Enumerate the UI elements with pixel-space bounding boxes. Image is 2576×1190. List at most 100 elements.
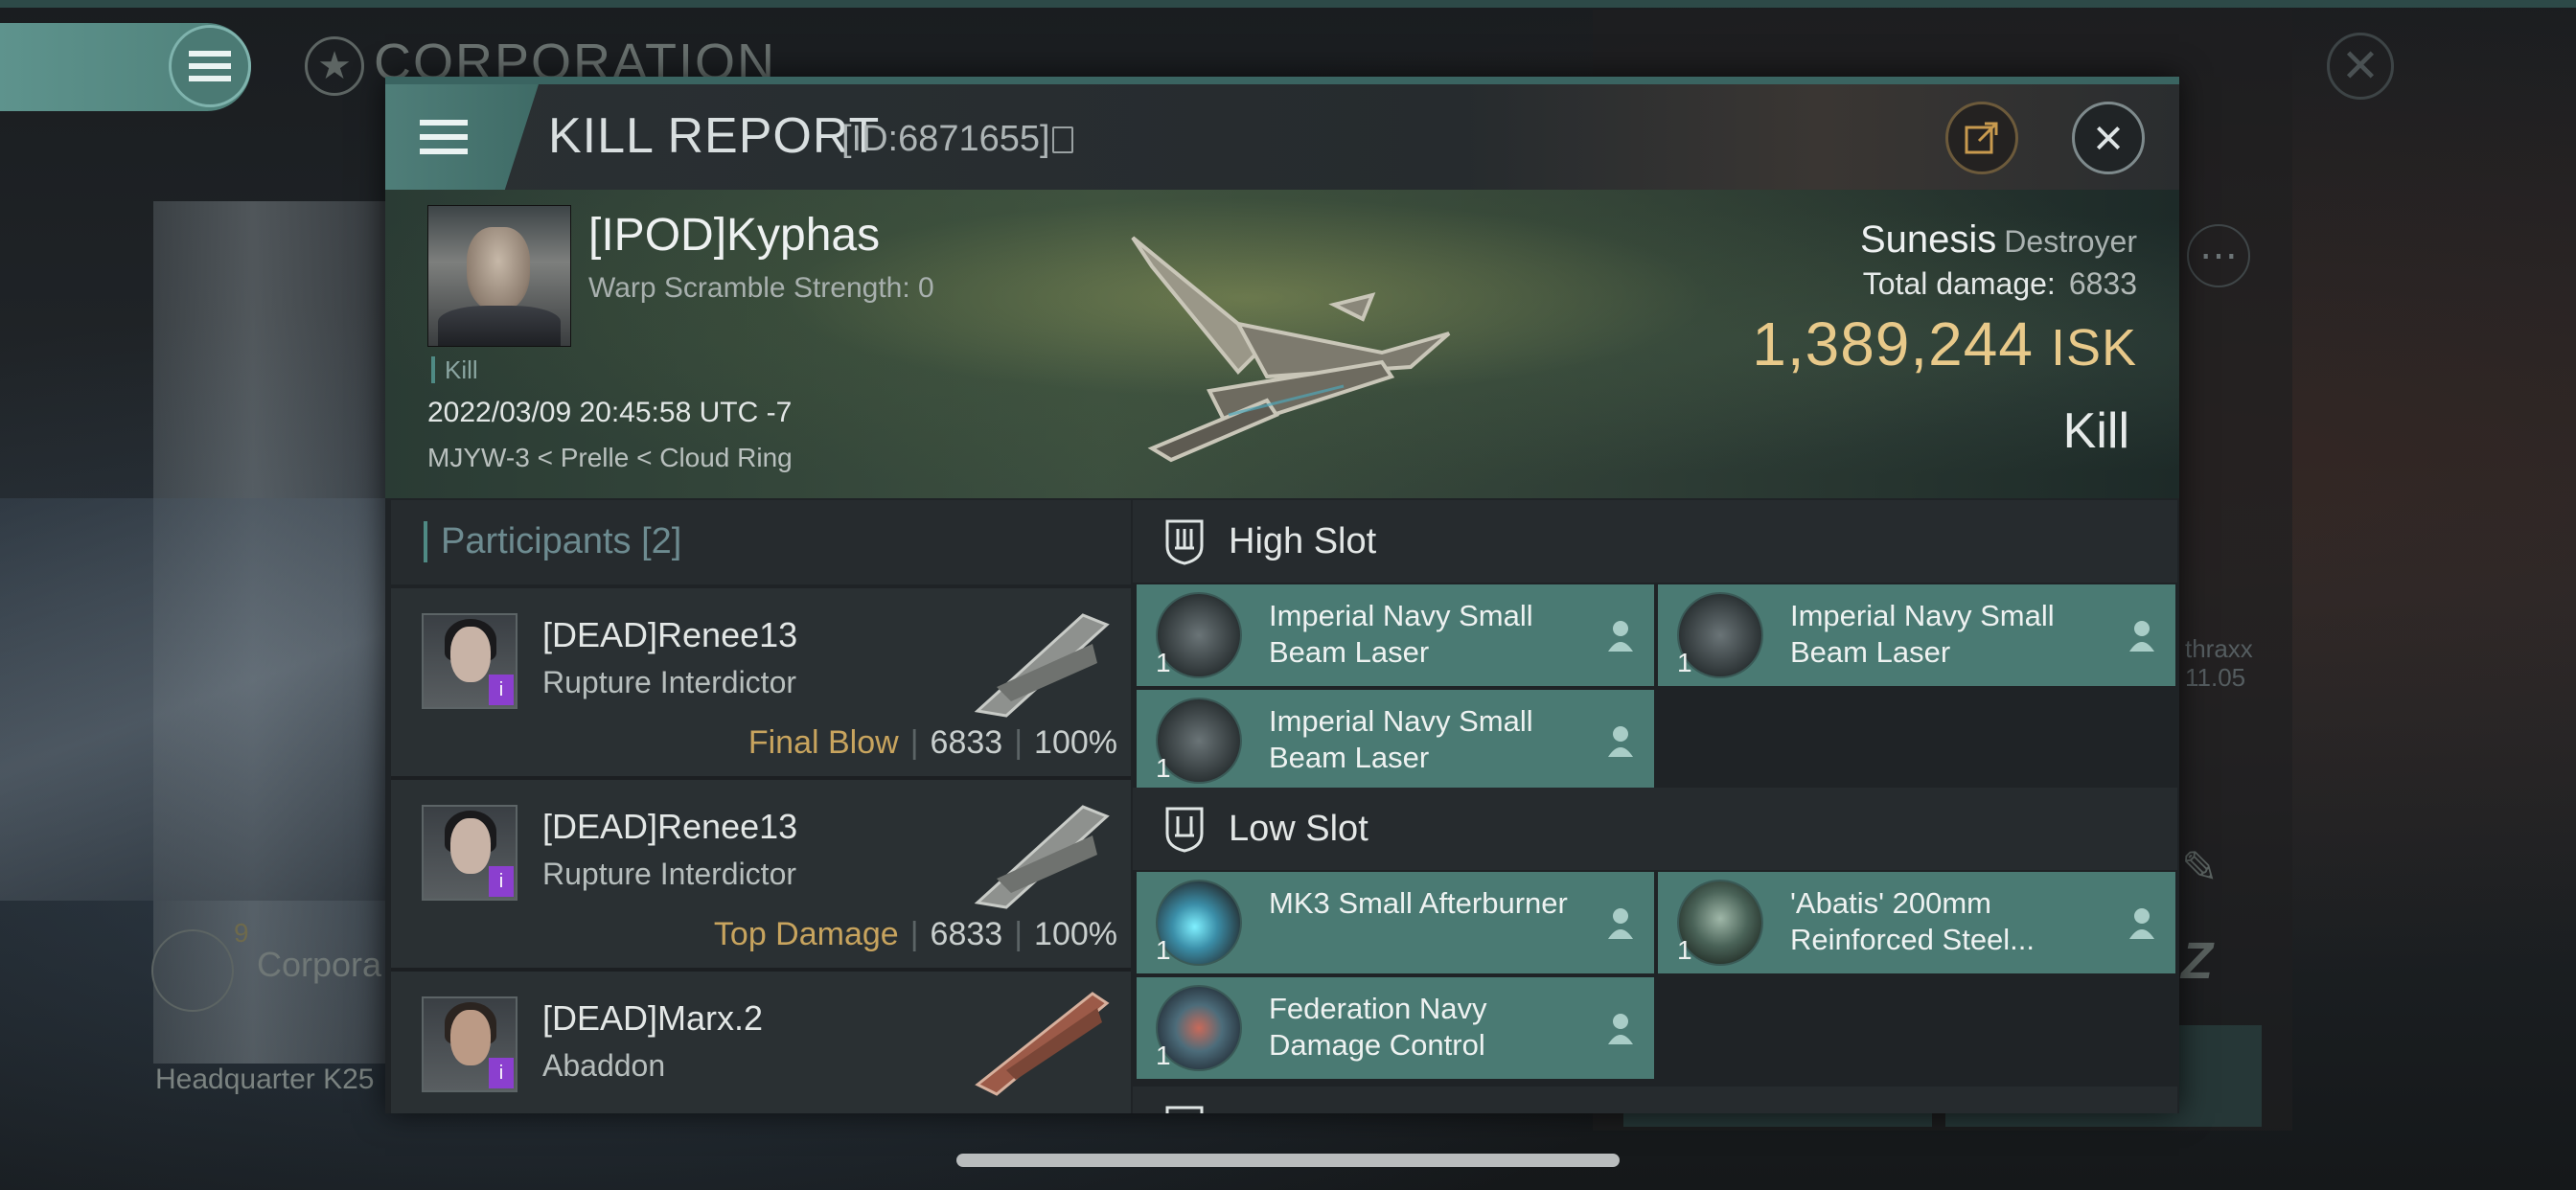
sleep-settings-icon[interactable]: Z: [2181, 931, 2213, 991]
fitting-item[interactable]: 1 Imperial Navy Small Beam Laser: [1137, 584, 1654, 686]
item-quantity: 1: [1677, 935, 1692, 965]
close-button[interactable]: ×: [2072, 102, 2145, 174]
low-slot-icon: [1165, 807, 1204, 853]
participant-stats: Top Damage | 6833 | 100%: [713, 916, 1117, 952]
station-backdrop-lower: [0, 498, 402, 901]
modal-header: KILL REPORT [ID:6871655] ×: [385, 84, 2179, 190]
corpora-icon[interactable]: [151, 929, 234, 1012]
fitting-item[interactable]: 1 Imperial Navy Small Beam Laser: [1658, 584, 2175, 686]
participant-portrait[interactable]: i: [422, 805, 518, 901]
top-damage-label: Top Damage: [713, 916, 899, 952]
kill-datetime: 2022/03/09 20:45:58 UTC -7: [427, 397, 793, 428]
item-name: 'Abatis' 200mm Reinforced Steel...: [1790, 886, 2036, 956]
participant-ship: Rupture Interdictor: [542, 857, 797, 891]
participant-card[interactable]: i [DEAD]Marx.2 Abaddon: [391, 972, 1131, 1113]
more-options-icon[interactable]: ⋯: [2187, 224, 2250, 287]
kill-report-modal: KILL REPORT [ID:6871655] × [IPOD]Kyphas …: [385, 77, 2179, 1113]
hamburger-icon: [189, 51, 231, 81]
participant-portrait[interactable]: i: [422, 996, 518, 1092]
high-slot-icon: [1165, 519, 1204, 565]
fitting-item[interactable]: 1 'Abatis' 200mm Reinforced Steel...: [1658, 872, 2175, 973]
copy-icon[interactable]: [1052, 126, 1073, 153]
member-date: 11.05: [2185, 663, 2246, 692]
corpora-label: Corpora: [257, 945, 382, 984]
participant-ship-image: [975, 992, 1110, 1096]
final-blow-label: Final Blow: [748, 724, 899, 761]
total-damage-label: Total damage:: [1862, 266, 2056, 301]
victim-portrait[interactable]: [427, 205, 571, 347]
person-icon: [1608, 726, 1633, 757]
participants-panel: Participants [2] i [DEAD]Renee13 Rupture…: [391, 500, 1131, 1113]
person-icon: [1608, 908, 1633, 939]
corpora-count: 9: [234, 918, 249, 948]
participant-ship: Rupture Interdictor: [542, 665, 797, 699]
participant-stats: Final Blow | 6833 | 100%: [748, 724, 1117, 761]
fitting-item[interactable]: 1 Imperial Navy Small Beam Laser: [1137, 690, 1654, 791]
warp-scramble-strength: Warp Scramble Strength: 0: [588, 272, 934, 304]
kill-result: Kill: [2062, 403, 2129, 459]
low-slot-header: Low Slot: [1133, 788, 2177, 870]
person-icon: [1608, 1014, 1633, 1044]
background-member-info: thraxx 11.05: [2185, 634, 2253, 692]
main-menu-button[interactable]: [169, 25, 251, 107]
home-indicator[interactable]: [956, 1154, 1620, 1167]
participant-name: [DEAD]Renee13: [542, 615, 798, 654]
modal-top-accent: [385, 77, 2179, 84]
fitting-item[interactable]: 1 Federation Navy Damage Control: [1137, 977, 1654, 1079]
fittings-panel: High Slot 1 Imperial Navy Small Beam Las…: [1133, 500, 2177, 1113]
victim-banner: [IPOD]Kyphas Warp Scramble Strength: 0 K…: [385, 190, 2179, 498]
close-icon: ×: [2093, 109, 2124, 167]
isk-amount: 1,389,244: [1752, 309, 2034, 378]
participant-name: [DEAD]Marx.2: [542, 998, 764, 1038]
participant-percent: 100%: [1034, 724, 1117, 761]
fitting-item[interactable]: 1 MK3 Small Afterburner: [1137, 872, 1654, 973]
low-slot-title: Low Slot: [1229, 809, 1368, 849]
ship-name: Sunesis: [1859, 218, 1997, 261]
mid-slot-header: [1133, 1087, 2177, 1113]
share-icon: [1965, 122, 1998, 154]
participants-title: Participants [2]: [424, 521, 681, 562]
item-name: MK3 Small Afterburner: [1269, 886, 1568, 920]
edit-icon[interactable]: ✎: [2181, 841, 2219, 893]
victim-name[interactable]: [IPOD]Kyphas: [588, 209, 880, 262]
corporation-star-icon: ★: [305, 36, 364, 96]
info-badge-icon: i: [489, 675, 514, 705]
item-quantity: 1: [1677, 648, 1692, 677]
share-button[interactable]: [1945, 102, 2018, 174]
total-damage: Total damage: 6833: [1863, 266, 2137, 302]
participant-card[interactable]: i [DEAD]Renee13 Rupture Interdictor Top …: [391, 780, 1131, 972]
person-icon: [2129, 621, 2154, 652]
item-name: Federation Navy Damage Control: [1269, 992, 1487, 1062]
participant-portrait[interactable]: i: [422, 613, 518, 709]
item-name: Imperial Navy Small Beam Laser: [1269, 704, 1533, 774]
item-quantity: 1: [1156, 753, 1171, 783]
high-slot-title: High Slot: [1229, 521, 1377, 561]
participant-percent: 100%: [1034, 916, 1117, 952]
kill-type-tag: Kill: [431, 356, 478, 383]
report-body: Participants [2] i [DEAD]Renee13 Rupture…: [385, 500, 2179, 1113]
mid-slot-icon: [1165, 1106, 1204, 1113]
hamburger-icon: [420, 120, 468, 154]
member-name: thraxx: [2185, 634, 2253, 663]
victim-ship[interactable]: Sunesis Destroyer: [1860, 218, 2137, 262]
background-close-icon[interactable]: ✕: [2327, 33, 2394, 100]
high-slot-header: High Slot: [1133, 500, 2177, 583]
item-quantity: 1: [1156, 648, 1171, 677]
item-name: Imperial Navy Small Beam Laser: [1790, 599, 2055, 669]
kill-location[interactable]: MJYW-3 < Prelle < Cloud Ring: [427, 443, 793, 473]
participants-label: Participants: [441, 521, 632, 561]
participants-count: [2]: [641, 521, 682, 561]
report-id: [ID:6871655]: [841, 119, 1050, 159]
item-name: Imperial Navy Small Beam Laser: [1269, 599, 1533, 669]
isk-value: 1,389,244 ISK: [1752, 309, 2137, 379]
background-top-bar: [0, 0, 2576, 8]
item-quantity: 1: [1156, 935, 1171, 965]
info-badge-icon: i: [489, 866, 514, 897]
victim-ship-image[interactable]: [1094, 209, 1497, 468]
report-menu-button[interactable]: [385, 84, 539, 190]
participant-card[interactable]: i [DEAD]Renee13 Rupture Interdictor Fina…: [391, 588, 1131, 780]
participant-damage: 6833: [930, 916, 1003, 952]
participant-damage: 6833: [930, 724, 1003, 761]
participant-name: [DEAD]Renee13: [542, 807, 798, 846]
ship-class: Destroyer: [2004, 224, 2137, 259]
